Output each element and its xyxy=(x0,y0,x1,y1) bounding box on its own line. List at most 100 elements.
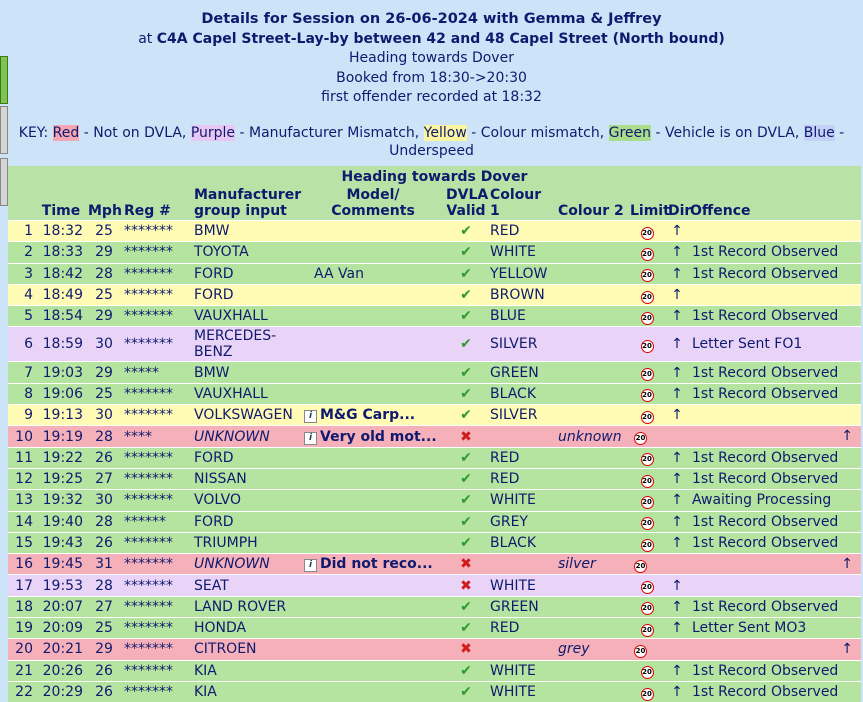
row-model[interactable]: iVery old mot... xyxy=(302,426,444,447)
direction-arrow-icon: ↑ xyxy=(666,511,688,532)
row-index: 15 xyxy=(8,532,36,553)
table-row[interactable]: 318:4228*******FORDAA Van✔YELLOW20↑1st R… xyxy=(8,263,861,284)
table-row[interactable]: 1219:2527*******NISSAN✔RED20↑1st Record … xyxy=(8,468,861,489)
session-first-offender: first offender recorded at 18:32 xyxy=(0,88,863,108)
row-colour1: SILVER xyxy=(488,405,556,426)
table-row[interactable]: 618:5930*******MERCEDES-BENZ✔SILVER20↑Le… xyxy=(8,327,861,362)
table-row[interactable]: 1419:4028******FORD✔GREY20↑1st Record Ob… xyxy=(8,511,861,532)
table-row[interactable]: 819:0625*******VAUXHALL✔BLACK20↑1st Reco… xyxy=(8,383,861,404)
cross-icon: ✖ xyxy=(460,429,472,445)
row-mph: 28 xyxy=(86,263,122,284)
row-colour1 xyxy=(488,426,556,447)
direction-arrow-icon: ↑ xyxy=(666,660,688,681)
table-row[interactable]: 2020:2129*******CITROEN✖grey20↑ xyxy=(8,639,861,660)
row-time: 19:22 xyxy=(36,447,86,468)
row-time: 19:19 xyxy=(36,426,86,447)
table-row[interactable]: 2120:2626*******KIA✔WHITE20↑1st Record O… xyxy=(8,660,861,681)
table-row[interactable]: 919:1330*******VOLKSWAGENiM&G Carp...✔SI… xyxy=(8,405,861,426)
table-row[interactable]: 418:4925*******FORD✔BROWN20↑ xyxy=(8,284,861,305)
row-dvla: ✖ xyxy=(444,554,488,575)
row-index: 3 xyxy=(8,263,36,284)
table-row[interactable]: 218:3329*******TOYOTA✔WHITE20↑1st Record… xyxy=(8,242,861,263)
col-index xyxy=(8,187,36,221)
direction-arrow-icon: ↑ xyxy=(666,306,688,327)
row-model xyxy=(302,306,444,327)
row-model[interactable]: iDid not reco... xyxy=(302,554,444,575)
row-reg: ****** xyxy=(122,511,192,532)
side-tab-1[interactable] xyxy=(0,56,8,104)
row-colour1 xyxy=(488,639,556,660)
key-label: KEY: xyxy=(19,125,48,141)
row-offence: 1st Record Observed xyxy=(688,596,861,617)
info-icon[interactable]: i xyxy=(304,432,317,445)
row-colour2 xyxy=(556,618,628,639)
row-dvla: ✔ xyxy=(444,468,488,489)
table-row[interactable]: 1719:5328*******SEAT✖WHITE20↑ xyxy=(8,575,861,596)
offender-table: Heading towards Dover Time Mph Reg # Man… xyxy=(8,166,861,702)
tick-icon: ✔ xyxy=(460,223,472,239)
table-row[interactable]: 118:3225*******BMW✔RED20↑ xyxy=(8,221,861,242)
row-colour2 xyxy=(556,221,628,242)
row-index: 6 xyxy=(8,327,36,362)
tick-icon: ✔ xyxy=(460,308,472,324)
speed-limit-icon: 20 xyxy=(641,517,654,530)
row-offence: 1st Record Observed xyxy=(688,362,861,383)
row-time: 19:53 xyxy=(36,575,86,596)
table-row[interactable]: 1619:4531*******UNKNOWNiDid not reco...✖… xyxy=(8,554,861,575)
row-offence: 1st Record Observed xyxy=(688,383,861,404)
table-row[interactable]: 1820:0727*******LAND ROVER✔GREEN20↑1st R… xyxy=(8,596,861,617)
row-colour2: grey xyxy=(556,639,628,660)
speed-limit-icon: 20 xyxy=(641,666,654,679)
row-colour2 xyxy=(556,447,628,468)
row-index: 14 xyxy=(8,511,36,532)
row-offence: Awaiting Processing xyxy=(688,490,861,511)
row-limit: 20 xyxy=(628,681,666,702)
row-reg: ***** xyxy=(122,362,192,383)
row-time: 20:09 xyxy=(36,618,86,639)
speed-limit-icon: 20 xyxy=(641,539,654,552)
table-title: Heading towards Dover xyxy=(8,166,861,187)
row-limit: 20 xyxy=(628,221,666,242)
row-dvla: ✔ xyxy=(444,447,488,468)
row-colour1: BROWN xyxy=(488,284,556,305)
table-row[interactable]: 518:5429*******VAUXHALL✔BLUE20↑1st Recor… xyxy=(8,306,861,327)
direction-arrow-icon: ↑ xyxy=(666,447,688,468)
row-time: 19:03 xyxy=(36,362,86,383)
speed-limit-icon: 20 xyxy=(641,453,654,466)
info-icon[interactable]: i xyxy=(304,410,317,423)
row-mph: 26 xyxy=(86,660,122,681)
speed-limit-icon: 20 xyxy=(641,312,654,325)
info-icon[interactable]: i xyxy=(304,559,317,572)
table-row[interactable]: 1519:4326*******TRIUMPH✔BLACK20↑1st Reco… xyxy=(8,532,861,553)
row-index: 17 xyxy=(8,575,36,596)
row-reg: ******* xyxy=(122,554,192,575)
tick-icon: ✔ xyxy=(460,287,472,303)
tick-icon: ✔ xyxy=(460,663,472,679)
cross-icon: ✖ xyxy=(460,578,472,594)
row-mph: 28 xyxy=(86,575,122,596)
row-mph: 30 xyxy=(86,405,122,426)
table-row[interactable]: 1920:0925*******HONDA✔RED20↑Letter Sent … xyxy=(8,618,861,639)
row-limit: 20 xyxy=(628,618,666,639)
row-model[interactable]: iM&G Carp... xyxy=(302,405,444,426)
row-dvla: ✔ xyxy=(444,532,488,553)
table-row[interactable]: 1019:1928****UNKNOWNiVery old mot...✖unk… xyxy=(8,426,861,447)
row-limit: 20 xyxy=(628,532,666,553)
tick-icon: ✔ xyxy=(460,620,472,636)
row-index: 1 xyxy=(8,221,36,242)
table-row[interactable]: 719:0329*****BMW✔GREEN20↑1st Record Obse… xyxy=(8,362,861,383)
table-row[interactable]: 2220:2926*******KIA✔WHITE20↑1st Record O… xyxy=(8,681,861,702)
table-row[interactable]: 1119:2226*******FORD✔RED20↑1st Record Ob… xyxy=(8,447,861,468)
row-manufacturer: VAUXHALL xyxy=(192,306,302,327)
row-index: 4 xyxy=(8,284,36,305)
row-mph: 29 xyxy=(86,242,122,263)
row-reg: ******* xyxy=(122,327,192,362)
row-index: 16 xyxy=(8,554,36,575)
table-row[interactable]: 1319:3230*******VOLVO✔WHITE20↑Awaiting P… xyxy=(8,490,861,511)
row-manufacturer: BMW xyxy=(192,362,302,383)
row-model xyxy=(302,596,444,617)
side-tab-3[interactable] xyxy=(0,158,8,206)
side-tab-2[interactable] xyxy=(0,106,8,154)
row-colour2 xyxy=(556,660,628,681)
row-time: 20:07 xyxy=(36,596,86,617)
